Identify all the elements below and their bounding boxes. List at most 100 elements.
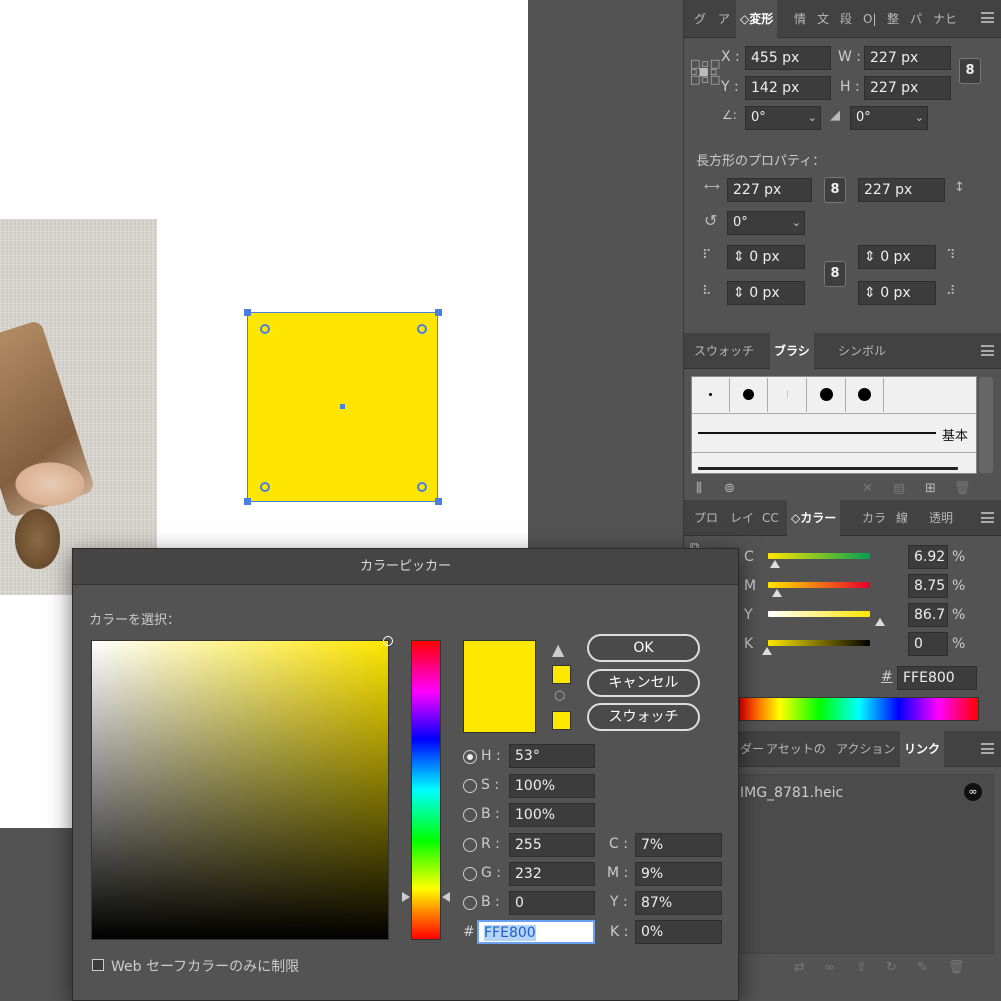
rect-rotation-field[interactable]: 0° ⌄ [727,211,805,235]
gamut-color-chip[interactable] [552,665,571,684]
tab-pathfinder[interactable]: パ [906,0,926,38]
linked-file-icon[interactable]: ∞ [964,783,982,801]
k-slider[interactable] [768,640,870,646]
tab-navigator[interactable]: ナヒ [929,0,961,38]
tab-transparency[interactable]: 透明 [925,500,957,536]
tab-brushes[interactable]: ブラシ [770,333,814,369]
rect-constrain-button[interactable]: 8 [824,177,846,203]
tab-paragraph[interactable]: 段 [836,0,856,38]
rect-width-field[interactable]: 227 px [727,178,812,202]
m-field[interactable]: 8.75 [908,574,948,598]
brush-dot-large[interactable] [808,378,846,412]
c-slider[interactable] [768,553,870,559]
c-field[interactable]: 7% [635,833,722,857]
tab-character[interactable]: 文 [813,0,833,38]
hue-slider[interactable] [411,640,441,940]
chevron-down-icon[interactable]: ⌄ [792,212,801,234]
k-slider-thumb[interactable] [762,647,772,655]
relink-icon[interactable]: ⇄ [794,960,805,975]
m-slider-thumb[interactable] [772,589,782,597]
tab-links[interactable]: リンク [900,731,945,767]
color-spectrum-bar[interactable] [739,697,979,721]
cancel-button[interactable]: キャンセル [587,669,700,697]
h-field[interactable]: 227 px [864,76,951,100]
tab-align[interactable]: 整 [883,0,903,38]
s-field[interactable]: 100% [509,774,595,798]
selection-handle-tr[interactable] [435,309,442,316]
brush-dot-tiny[interactable] [692,378,730,412]
x-field[interactable]: 455 px [745,46,831,70]
brush-dot-large-2[interactable] [846,378,884,412]
k-field[interactable]: 0 [908,632,948,656]
trash-icon[interactable]: 🗑 [954,481,971,496]
corner-br-field[interactable]: ⇕ 0 px [858,281,936,305]
y-slider[interactable] [768,611,870,617]
out-of-gamut-warning-icon[interactable]: ▲ [552,640,564,659]
rotate-field[interactable]: 0° ⌄ [745,106,821,130]
radio-h[interactable] [463,750,477,764]
corner-bl-field[interactable]: ⇕ 0 px [727,281,805,305]
swatches-button[interactable]: スウォッチ [587,703,700,731]
tab-layers[interactable]: レイ [726,500,758,536]
c-slider-thumb[interactable] [770,560,780,568]
tab-actions[interactable]: アクション [832,731,899,767]
rect-height-field[interactable]: 227 px [858,178,945,202]
chevron-down-icon[interactable]: ⌄ [915,107,924,129]
radio-blue[interactable] [463,896,477,910]
panel-menu-icon[interactable] [981,345,994,356]
constrain-proportions-button[interactable]: 8 [959,58,981,84]
remove-stroke-icon[interactable]: ✕ [862,481,873,496]
corner-tr-field[interactable]: ⇕ 0 px [858,245,936,269]
y-field[interactable]: 86.7 [908,603,948,627]
panel-menu-icon[interactable] [981,12,994,23]
brush-dot-medium[interactable] [730,378,768,412]
tab-properties[interactable]: プロ [690,500,722,536]
radio-s[interactable] [463,779,477,793]
brush-dot-faint[interactable] [769,378,807,412]
w-field[interactable]: 227 px [864,46,951,70]
r-field[interactable]: 255 [509,833,595,857]
web-safe-checkbox[interactable] [92,959,104,971]
b-field[interactable]: 100% [509,803,595,827]
hex-field[interactable]: FFE800 [477,920,595,944]
tab-color-guide[interactable]: カラ [858,500,890,536]
radio-g[interactable] [463,867,477,881]
brush-stroke-rough[interactable] [698,467,958,470]
selection-handle-bl[interactable] [244,498,251,505]
corner-tl-field[interactable]: ⇕ 0 px [727,245,805,269]
hue-slider-left-arrow[interactable] [402,892,410,902]
brush-scrollbar[interactable] [979,377,993,473]
corner-widget-br[interactable] [417,482,427,492]
hue-slider-right-arrow[interactable] [442,892,450,902]
panel-menu-icon[interactable] [981,743,994,754]
trash-icon[interactable]: 🗑 [948,960,965,975]
tab-appearance[interactable]: ア [714,0,734,38]
reference-point-icon[interactable]: □▫□ ▫■▫ □▫□ [690,58,721,85]
radio-r[interactable] [463,838,477,852]
m-field[interactable]: 9% [635,862,722,886]
corner-link-button[interactable]: 8 [824,261,846,287]
g-field[interactable]: 232 [509,862,595,886]
tab-stroke[interactable]: 線 [892,500,912,536]
panel-menu-icon[interactable] [981,512,994,523]
tab-symbols[interactable]: シンボル [834,333,890,369]
tab-swatches[interactable]: スウォッチ [690,333,758,369]
y-field[interactable]: 142 px [745,76,831,100]
sv-cursor[interactable] [383,636,393,646]
chevron-down-icon[interactable]: ⌄ [808,107,817,129]
placed-photo[interactable] [0,219,157,595]
ok-button[interactable]: OK [587,634,700,662]
refresh-icon[interactable]: ↻ [886,960,897,975]
hex-field[interactable]: FFE800 [897,666,977,690]
link-file-name[interactable]: IMG_8781.heic [740,785,843,801]
k-field[interactable]: 0% [635,920,722,944]
edit-original-icon[interactable]: ✎ [917,960,928,975]
go-to-link-icon[interactable]: ∞ [824,960,835,975]
blue-field[interactable]: 0 [509,891,595,915]
saturation-brightness-field[interactable] [91,636,393,940]
tab-cc-libraries[interactable]: CC [758,500,783,536]
new-brush-icon[interactable]: ⊞ [925,481,936,496]
tab-info[interactable]: 情 [790,0,810,38]
corner-widget-tr[interactable] [417,324,427,334]
brush-options-icon[interactable]: ⊚ [724,481,735,496]
